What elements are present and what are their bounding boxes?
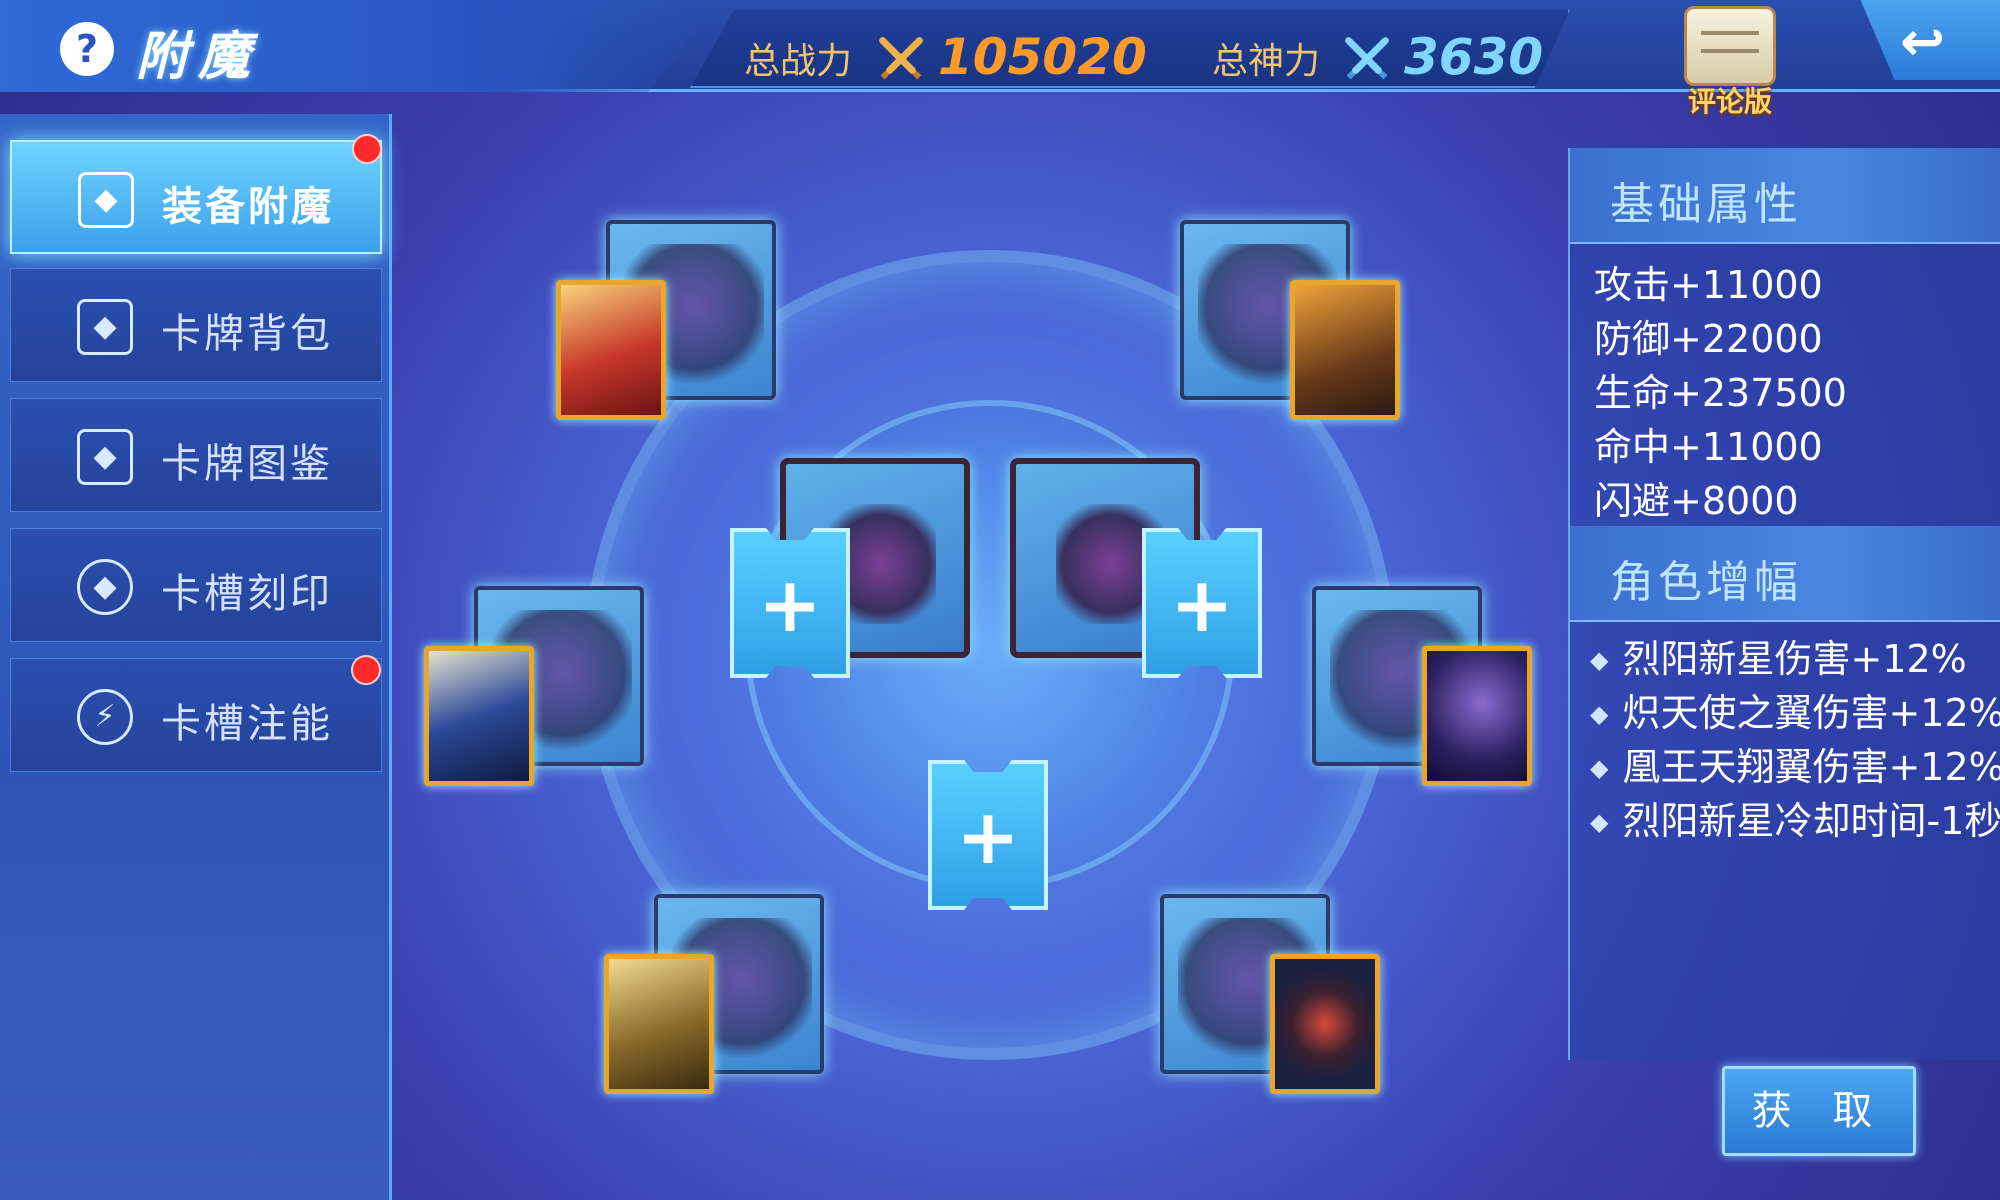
sidebar-item-label: 装备附魔 (162, 184, 334, 230)
energy-icon: ⚡ (77, 689, 133, 745)
plus-icon: + (956, 792, 1020, 881)
total-power-value: 105020 (938, 28, 1147, 86)
blue-swords-icon (1345, 37, 1389, 80)
equip-slot-top-right[interactable] (1180, 220, 1400, 430)
scroll-icon (1684, 6, 1776, 86)
back-arrow-icon[interactable]: ↩ (1900, 10, 1945, 73)
role-bonus-header: 角色增幅 (1570, 526, 2000, 622)
total-power-label: 总战力 (744, 41, 853, 82)
equip-slot-bottom-right[interactable] (1160, 894, 1380, 1104)
sidebar-item-label: 卡牌背包 (161, 311, 333, 357)
page-title: 附魔 (136, 27, 261, 87)
god-power-value: 3630 (1404, 28, 1544, 86)
sidebar-item-card-gallery[interactable]: ◆ 卡牌图鉴 (10, 398, 382, 512)
god-power-label: 总神力 (1212, 41, 1321, 82)
notification-dot (351, 655, 381, 685)
card-portrait[interactable] (1290, 280, 1400, 420)
sidebar-item-card-bag[interactable]: ◆ 卡牌背包 (10, 268, 382, 382)
card-portrait[interactable] (424, 646, 534, 786)
stat-attack: 攻击+11000 (1594, 263, 1823, 307)
card-portrait[interactable] (1270, 954, 1380, 1094)
sidebar-item-equip-enchant[interactable]: ◆ 装备附魔 (10, 134, 382, 254)
enchant-icon: ◆ (78, 172, 134, 228)
sidebar-item-slot-engrave[interactable]: ◆ 卡槽刻印 (10, 528, 382, 642)
stat-evasion: 闪避+8000 (1594, 479, 1799, 523)
cards-icon: ◆ (77, 299, 133, 355)
sidebar-item-label: 卡牌图鉴 (161, 441, 333, 487)
shield-gem-icon: ◆ (77, 559, 133, 615)
help-icon[interactable]: ? (60, 22, 114, 76)
crossed-swords-icon (879, 37, 923, 80)
card-book-icon: ◆ (77, 429, 133, 485)
add-card-slot-right[interactable]: + (1142, 528, 1262, 678)
review-board-button[interactable]: 评论版 (1670, 6, 1790, 118)
card-portrait[interactable] (1422, 646, 1532, 786)
stat-accuracy: 命中+11000 (1594, 425, 1823, 469)
bonus-item: 炽天使之翼伤害+12% (1590, 682, 2000, 737)
stat-defense: 防御+22000 (1594, 317, 1823, 361)
notification-dot (352, 134, 382, 164)
stat-hp: 生命+237500 (1594, 371, 1847, 415)
equip-slot-top-left[interactable] (556, 220, 776, 430)
equip-slot-left[interactable] (424, 586, 644, 796)
card-portrait[interactable] (556, 280, 666, 420)
sidebar-item-label: 卡槽注能 (161, 701, 333, 747)
bonus-item: 烈阳新星冷却时间-1秒 (1590, 790, 2000, 845)
bonus-item: 凰王天翔翼伤害+12% (1590, 736, 2000, 791)
review-board-label: 评论版 (1687, 85, 1772, 118)
base-attributes-title: 基础属性 (1610, 179, 1802, 230)
base-attributes-header: 基础属性 (1570, 148, 2000, 244)
bonus-item: 烈阳新星伤害+12% (1590, 628, 2000, 683)
sidebar: ◆ 装备附魔 ◆ 卡牌背包 ◆ 卡牌图鉴 ◆ 卡槽刻印 ⚡ 卡槽注能 (0, 114, 392, 1200)
top-bar: ? 附魔 总战力 105020 总神力 3630 评论版 ↩ (0, 0, 2000, 118)
attribute-panel: 基础属性 攻击+11000 防御+22000 生命+237500 命中+1100… (1568, 148, 2000, 1060)
obtain-button[interactable]: 获 取 (1722, 1066, 1916, 1156)
sidebar-item-label: 卡槽刻印 (161, 571, 333, 617)
role-bonus-title: 角色增幅 (1610, 557, 1802, 608)
plus-icon: + (758, 560, 822, 649)
add-card-slot-center[interactable]: + (928, 760, 1048, 910)
equip-slot-right[interactable] (1312, 586, 1532, 796)
plus-icon: + (1170, 560, 1234, 649)
equip-slot-bottom-left[interactable] (604, 894, 824, 1104)
card-portrait[interactable] (604, 954, 714, 1094)
add-card-slot-left[interactable]: + (730, 528, 850, 678)
stat-bar: 总战力 105020 总神力 3630 (690, 10, 1570, 88)
sidebar-item-slot-energize[interactable]: ⚡ 卡槽注能 (10, 655, 382, 772)
